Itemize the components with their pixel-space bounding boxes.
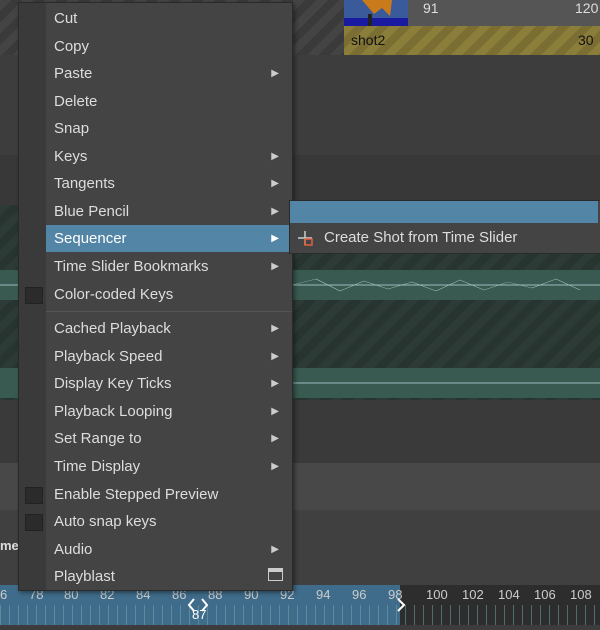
menu-item-label: Enable Stepped Preview bbox=[54, 486, 219, 503]
menu-item-tangents[interactable]: Tangents ▶ bbox=[19, 170, 292, 197]
menu-item-label: Sequencer bbox=[54, 230, 127, 247]
shot2-end: 30 bbox=[578, 32, 594, 48]
menu-item-label: Paste bbox=[54, 65, 93, 82]
menu-item-label: Keys bbox=[54, 148, 88, 165]
window-options-icon[interactable] bbox=[268, 568, 283, 581]
menu-separator bbox=[46, 311, 292, 312]
menu-item-playblast[interactable]: Playblast bbox=[19, 563, 292, 590]
menu-item-keys[interactable]: Keys ▶ bbox=[19, 143, 292, 170]
menu-item-set-range-to[interactable]: Set Range to ▶ bbox=[19, 425, 292, 452]
tick-label: 96 bbox=[352, 587, 367, 602]
submenu-arrow-icon: ▶ bbox=[271, 261, 279, 272]
menu-item-label: Audio bbox=[54, 541, 93, 558]
range-end-chevron-icon[interactable] bbox=[395, 597, 407, 613]
menu-item-time-display[interactable]: Time Display ▶ bbox=[19, 453, 292, 480]
menu-item-label: Auto snap keys bbox=[54, 513, 157, 530]
tick-label: 100 bbox=[426, 587, 448, 602]
time-slider[interactable]: 6 78 80 82 84 86 88 90 92 94 96 98 100 1… bbox=[0, 585, 600, 625]
menu-item-copy[interactable]: Copy bbox=[19, 33, 292, 60]
stepped-preview-checkbox[interactable] bbox=[25, 487, 43, 504]
submenu-arrow-icon: ▶ bbox=[271, 433, 279, 444]
tick-label: 94 bbox=[316, 587, 331, 602]
menu-item-label: Set Range to bbox=[54, 430, 142, 447]
submenu-arrow-icon: ▶ bbox=[271, 151, 279, 162]
tick-label: 102 bbox=[462, 587, 484, 602]
tick-label: 6 bbox=[0, 587, 8, 602]
menu-item-enable-stepped-preview[interactable]: Enable Stepped Preview bbox=[19, 481, 292, 508]
menu-item-label: Playback Speed bbox=[54, 348, 163, 365]
menu-item-delete[interactable]: Delete bbox=[19, 88, 292, 115]
tick-label: 106 bbox=[534, 587, 556, 602]
submenu-arrow-icon: ▶ bbox=[271, 206, 279, 217]
auto-snap-keys-checkbox[interactable] bbox=[25, 514, 43, 531]
current-frame-label: 87 bbox=[192, 607, 207, 622]
menu-item-label: Color-coded Keys bbox=[54, 286, 174, 303]
menu-item-label: Delete bbox=[54, 93, 98, 110]
context-menu: Cut Copy Paste ▶ Delete Snap Keys ▶ Tangen… bbox=[18, 2, 293, 591]
menu-item-time-slider-bookmarks[interactable]: Time Slider Bookmarks ▶ bbox=[19, 253, 292, 280]
menu-item-paste[interactable]: Paste ▶ bbox=[19, 60, 292, 87]
shot1-end: 120 bbox=[575, 0, 599, 16]
sequencer-submenu: Create Shot from Time Slider bbox=[289, 200, 600, 254]
menu-item-auto-snap-keys[interactable]: Auto snap keys bbox=[19, 508, 292, 535]
menu-item-playback-looping[interactable]: Playback Looping ▶ bbox=[19, 398, 292, 425]
menu-item-label: Playblast bbox=[54, 568, 115, 585]
menu-item-blue-pencil[interactable]: Blue Pencil ▶ bbox=[19, 198, 292, 225]
menu-item-playback-speed[interactable]: Playback Speed ▶ bbox=[19, 343, 292, 370]
submenu-arrow-icon: ▶ bbox=[271, 378, 279, 389]
menu-item-display-key-ticks[interactable]: Display Key Ticks ▶ bbox=[19, 370, 292, 397]
menu-item-cached-playback[interactable]: Cached Playback ▶ bbox=[19, 315, 292, 342]
menu-item-label: Blue Pencil bbox=[54, 203, 130, 220]
time-slider-ticks-row bbox=[0, 605, 600, 625]
menu-item-color-coded-keys[interactable]: Color-coded Keys bbox=[19, 281, 292, 308]
submenu-arrow-icon: ▶ bbox=[271, 544, 279, 555]
create-shot-icon bbox=[296, 229, 314, 247]
menu-item-label: Display Key Ticks bbox=[54, 375, 172, 392]
tick-label: 104 bbox=[498, 587, 520, 602]
submenu-arrow-icon: ▶ bbox=[271, 233, 279, 244]
submenu-arrow-icon: ▶ bbox=[271, 323, 279, 334]
menu-item-label: Time Slider Bookmarks bbox=[54, 258, 209, 275]
menu-item-label: Copy bbox=[54, 38, 90, 55]
submenu-arrow-icon: ▶ bbox=[271, 351, 279, 362]
submenu-arrow-icon: ▶ bbox=[271, 68, 279, 79]
submenu-arrow-icon: ▶ bbox=[271, 406, 279, 417]
tick-label: 108 bbox=[570, 587, 592, 602]
shot1-thumbnail bbox=[344, 0, 408, 26]
submenu-item-label: Create Shot from Time Slider bbox=[324, 229, 518, 246]
menu-item-label: Cut bbox=[54, 10, 78, 27]
menu-item-label: Snap bbox=[54, 120, 90, 137]
menu-item-snap[interactable]: Snap bbox=[19, 115, 292, 142]
shot2-name: shot2 bbox=[351, 32, 386, 48]
submenu-highlight-bar bbox=[290, 201, 598, 223]
menu-item-label: Tangents bbox=[54, 175, 115, 192]
menu-item-label: Time Display bbox=[54, 458, 141, 475]
submenu-arrow-icon: ▶ bbox=[271, 178, 279, 189]
menu-item-label: Cached Playback bbox=[54, 320, 171, 337]
submenu-item-create-shot[interactable]: Create Shot from Time Slider bbox=[290, 225, 598, 251]
menu-item-audio[interactable]: Audio ▶ bbox=[19, 536, 292, 563]
side-label: me bbox=[0, 538, 19, 553]
menu-item-cut[interactable]: Cut bbox=[19, 5, 292, 32]
submenu-arrow-icon: ▶ bbox=[271, 461, 279, 472]
shot1-start: 91 bbox=[423, 0, 439, 16]
menu-item-sequencer[interactable]: Sequencer ▶ bbox=[46, 225, 292, 252]
color-coded-keys-checkbox[interactable] bbox=[25, 287, 43, 304]
menu-item-label: Playback Looping bbox=[54, 403, 173, 420]
